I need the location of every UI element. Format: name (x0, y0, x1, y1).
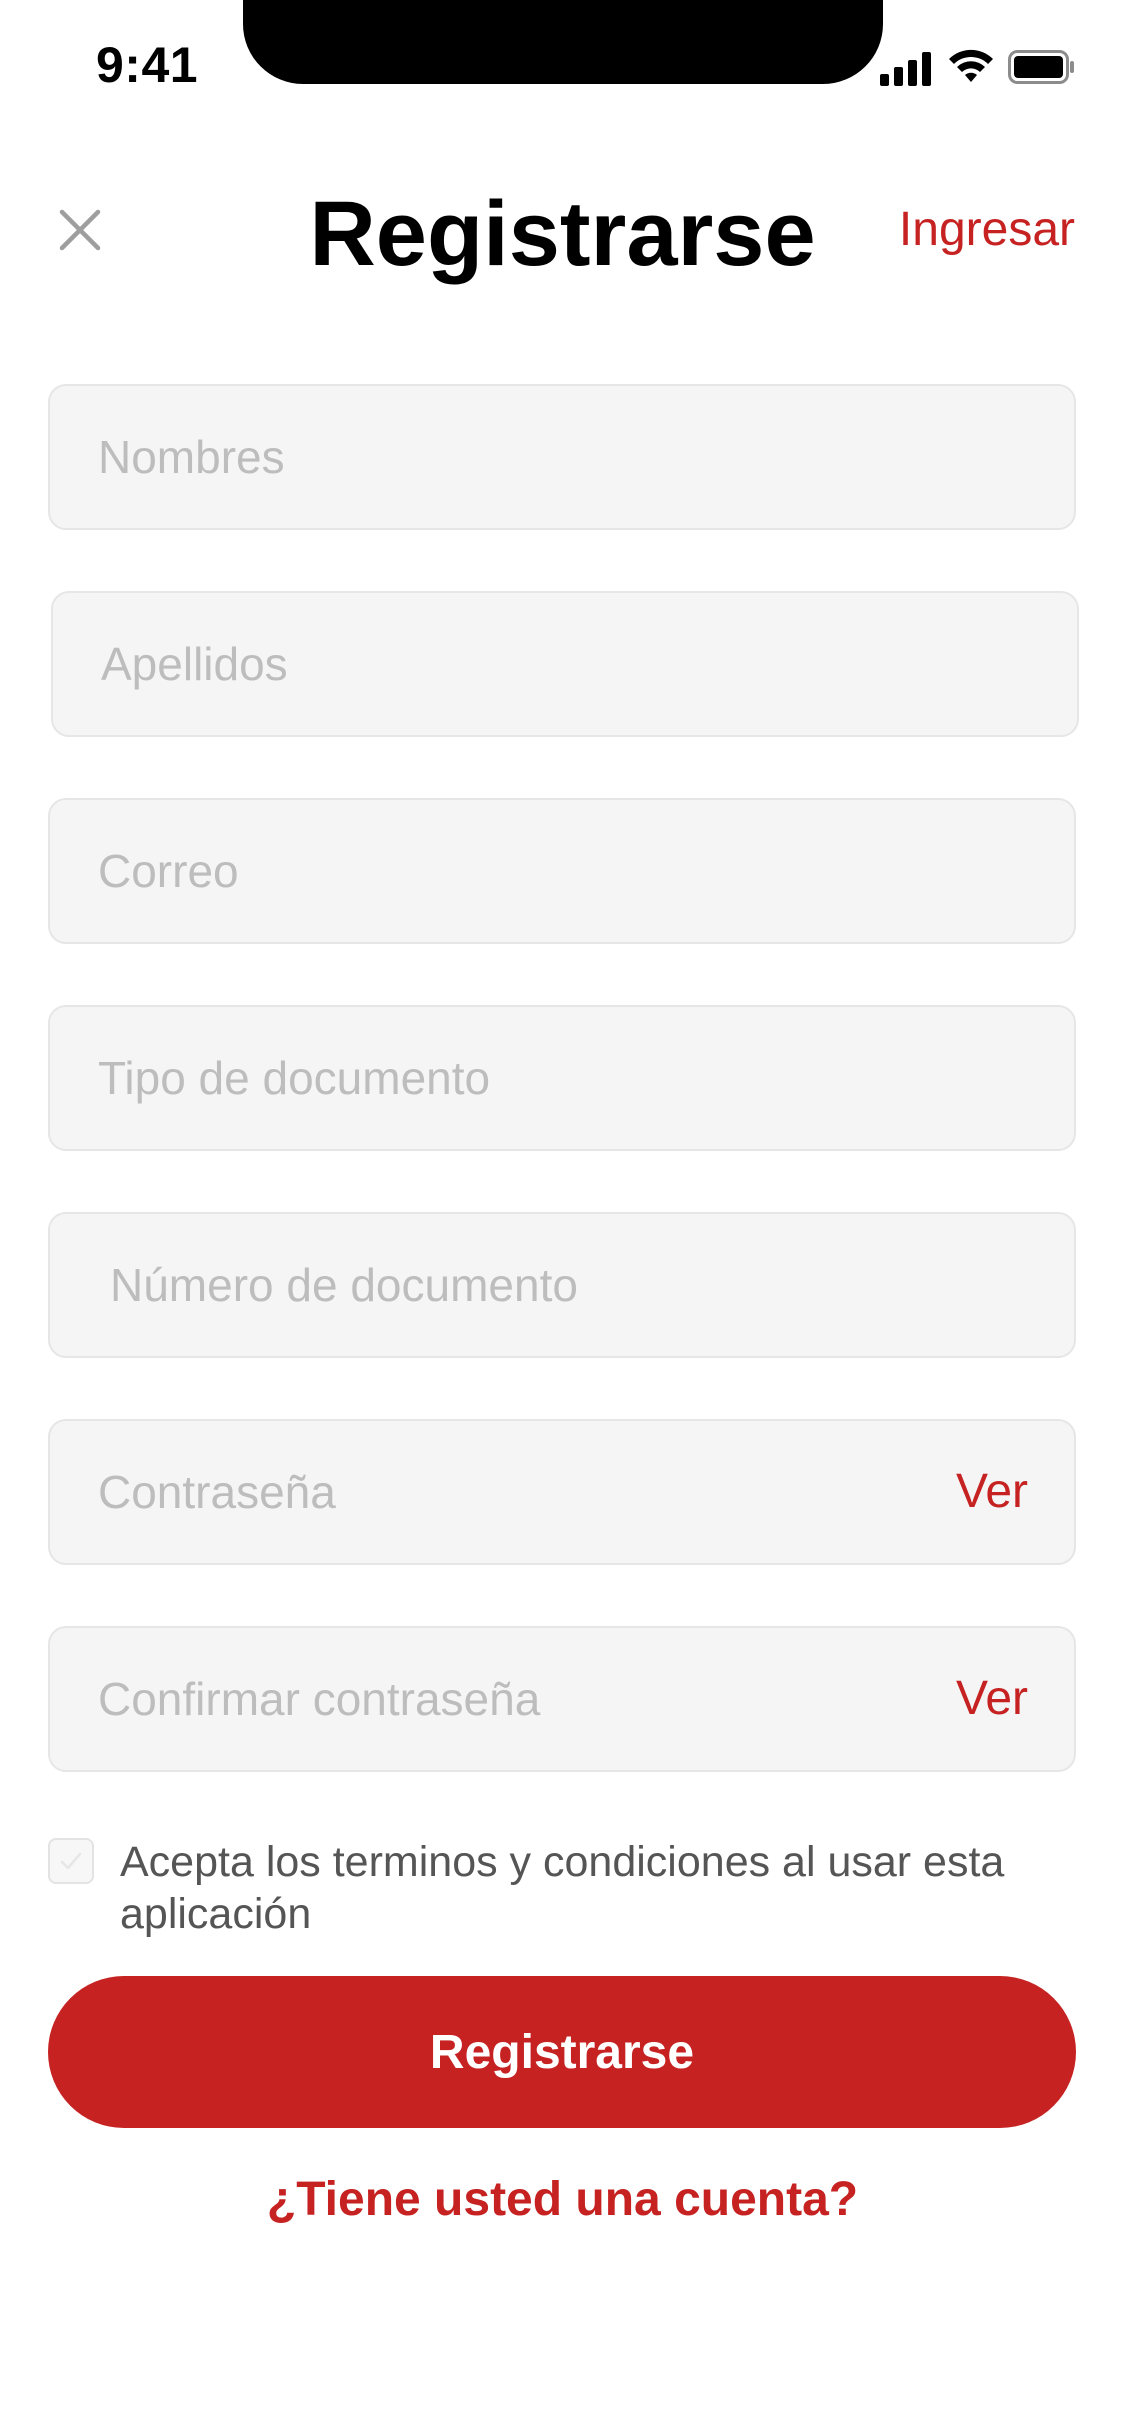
document-number-field (48, 1212, 1076, 1358)
document-number-input[interactable] (50, 1214, 1074, 1356)
terms-text: Acepta los terminos y condiciones al usa… (120, 1838, 1005, 1938)
first-names-field (48, 384, 1076, 530)
first-names-input[interactable] (50, 386, 1074, 528)
confirm-password-field: Ver (48, 1626, 1076, 1772)
check-icon (60, 1852, 82, 1870)
have-account-link[interactable]: ¿Tiene usted una cuenta? (0, 2176, 1125, 2224)
last-names-field (51, 591, 1079, 737)
password-input[interactable] (50, 1421, 1074, 1563)
email-input[interactable] (50, 800, 1074, 942)
show-confirm-password-toggle[interactable]: Ver (956, 1675, 1028, 1723)
status-time: 9:41 (96, 37, 199, 93)
battery-icon (1008, 50, 1074, 84)
header: Registrarse Ingresar (0, 170, 1125, 300)
show-password-toggle[interactable]: Ver (956, 1468, 1028, 1516)
registration-form: Ver Ver (48, 384, 1079, 1833)
signal-icon (880, 52, 931, 86)
email-field (48, 798, 1076, 944)
register-button[interactable]: Registrarse (48, 1976, 1076, 2128)
notch (243, 0, 883, 84)
last-names-input[interactable] (53, 593, 1077, 735)
wifi-icon (949, 49, 993, 82)
confirm-password-input[interactable] (50, 1628, 1074, 1770)
document-type-input[interactable] (50, 1007, 1074, 1149)
document-type-field (48, 1005, 1076, 1151)
login-link[interactable]: Ingresar (899, 206, 1075, 254)
terms-checkbox[interactable] (48, 1838, 94, 1884)
password-field: Ver (48, 1419, 1076, 1565)
status-bar: 9:41 (0, 0, 1125, 132)
